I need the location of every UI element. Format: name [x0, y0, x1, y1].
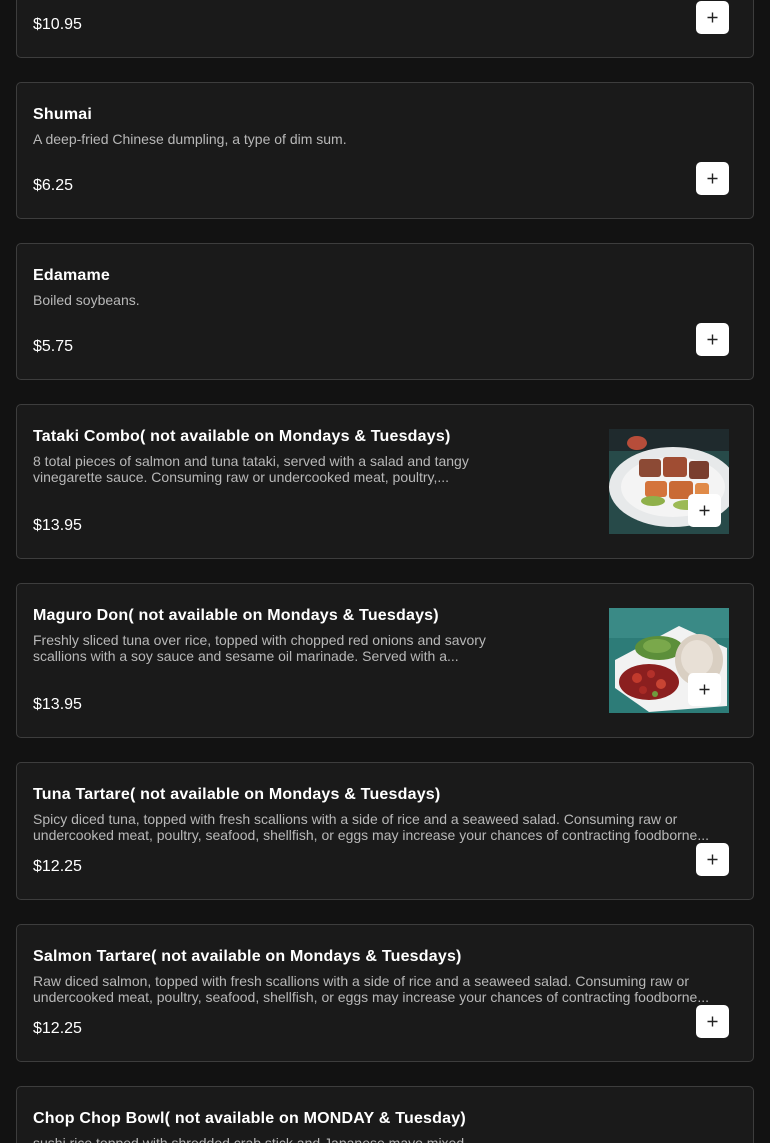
item-price: $12.25	[33, 1020, 82, 1037]
menu-item-card[interactable]: Maguro Don( not available on Mondays & T…	[16, 583, 754, 738]
item-description: sushi rice topped with shredded crab sti…	[33, 1135, 465, 1143]
item-price: $13.95	[33, 517, 82, 534]
item-description: Freshly sliced tuna over rice, topped wi…	[33, 632, 486, 664]
plus-icon	[707, 173, 718, 184]
item-name: Edamame	[33, 267, 110, 284]
item-name: Salmon Tartare( not available on Mondays…	[33, 948, 462, 965]
plus-icon	[699, 505, 710, 516]
item-description: A deep-fried Chinese dumpling, a type of…	[33, 131, 347, 147]
item-description: Boiled soybeans.	[33, 292, 140, 308]
item-price: $5.75	[33, 338, 74, 355]
add-to-cart-button[interactable]	[696, 323, 729, 356]
item-price: $6.25	[33, 177, 74, 194]
item-description: 8 total pieces of salmon and tuna tataki…	[33, 453, 469, 485]
add-to-cart-button[interactable]	[696, 843, 729, 876]
item-price: $12.25	[33, 858, 82, 875]
menu-item-card[interactable]: Chop Chop Bowl( not available on MONDAY …	[16, 1086, 754, 1143]
menu-item-list: $10.95 Shumai A deep-fried Chinese dumpl…	[16, 0, 754, 1143]
add-to-cart-button[interactable]	[696, 1005, 729, 1038]
item-name: Tuna Tartare( not available on Mondays &…	[33, 786, 441, 803]
plus-icon	[707, 334, 718, 345]
add-to-cart-button[interactable]	[696, 162, 729, 195]
plus-icon	[707, 1016, 718, 1027]
menu-item-card[interactable]: Edamame Boiled soybeans. $5.75	[16, 243, 754, 380]
item-name: Maguro Don( not available on Mondays & T…	[33, 607, 439, 624]
item-price: $10.95	[33, 16, 82, 33]
menu-item-card[interactable]: Tuna Tartare( not available on Mondays &…	[16, 762, 754, 900]
menu-item-card[interactable]: Tataki Combo( not available on Mondays &…	[16, 404, 754, 559]
plus-icon	[699, 684, 710, 695]
add-to-cart-button[interactable]	[688, 494, 721, 527]
menu-item-card[interactable]: Salmon Tartare( not available on Mondays…	[16, 924, 754, 1062]
item-name: Chop Chop Bowl( not available on MONDAY …	[33, 1110, 466, 1127]
add-to-cart-button[interactable]	[688, 673, 721, 706]
plus-icon	[707, 854, 718, 865]
item-description: Raw diced salmon, topped with fresh scal…	[33, 973, 710, 1005]
menu-item-card[interactable]: Shumai A deep-fried Chinese dumpling, a …	[16, 82, 754, 219]
item-price: $13.95	[33, 696, 82, 713]
item-name: Shumai	[33, 106, 92, 123]
item-description: Spicy diced tuna, topped with fresh scal…	[33, 811, 710, 843]
menu-item-card[interactable]: $10.95	[16, 0, 754, 58]
item-name: Tataki Combo( not available on Mondays &…	[33, 428, 451, 445]
add-to-cart-button[interactable]	[696, 1, 729, 34]
plus-icon	[707, 12, 718, 23]
